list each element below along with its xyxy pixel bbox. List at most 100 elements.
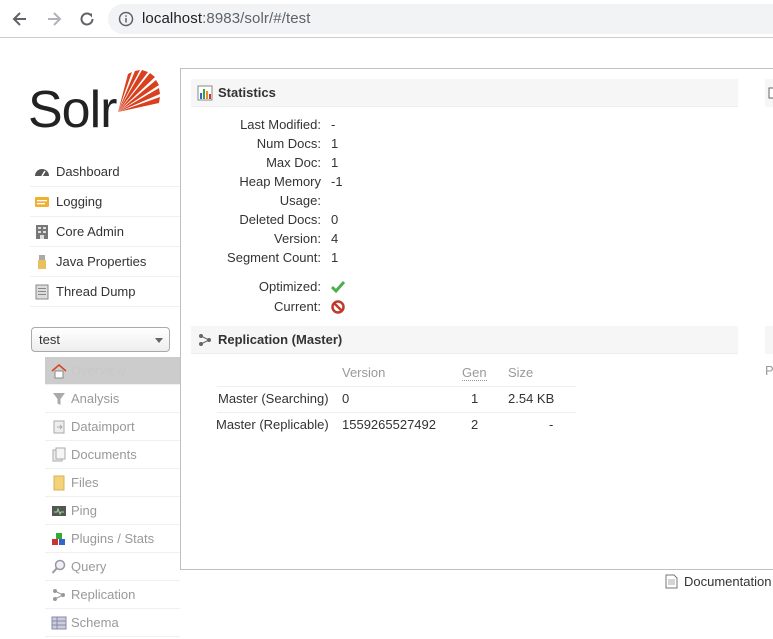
stat-value: 1 <box>331 155 339 170</box>
right-column-header-2 <box>765 326 773 354</box>
browser-toolbar: localhost:8983/solr/#/test <box>0 0 773 38</box>
chevron-down-icon <box>155 338 163 343</box>
back-button[interactable] <box>8 7 32 31</box>
stat-row-segment-count: Segment Count: 1 <box>195 250 435 269</box>
replication-icon <box>199 333 211 346</box>
stat-value: 1 <box>331 136 339 151</box>
main-content: Statistics Last Modified: - Num Docs: 1 Ma… <box>180 68 773 570</box>
core-item-label: Analysis <box>71 391 120 406</box>
stat-row-last-modified: Last Modified: - <box>195 117 435 136</box>
menu-item-dashboard[interactable]: Dashboard <box>30 157 180 187</box>
core-item-query[interactable]: Query <box>45 553 180 581</box>
address-bar[interactable]: localhost:8983/solr/#/test <box>108 4 773 34</box>
stat-label: Segment Count: <box>227 250 321 265</box>
funnel-icon <box>53 392 65 405</box>
row-gen: 1 <box>471 391 479 406</box>
url-text[interactable]: localhost:8983/solr/#/test <box>142 10 311 27</box>
core-item-overview[interactable]: Overview <box>45 357 180 385</box>
menu-item-core-admin[interactable]: Core Admin <box>30 217 180 247</box>
reload-icon <box>80 12 94 26</box>
core-item-label: Ping <box>71 503 98 518</box>
core-item-analysis[interactable]: Analysis <box>45 385 180 413</box>
query-icon <box>51 559 66 574</box>
forward-arrow-icon <box>48 12 62 26</box>
prohibited-icon <box>331 300 345 314</box>
row-size: - <box>549 417 554 432</box>
documentation-link[interactable]: Documentation <box>665 574 771 589</box>
stat-label: Version: <box>274 231 321 246</box>
dashboard-icon <box>35 168 49 176</box>
url-host: localhost <box>142 10 203 27</box>
back-arrow-icon <box>12 12 26 26</box>
row-version: 0 <box>342 391 350 406</box>
core-selector[interactable]: test <box>31 327 170 352</box>
stat-label: Deleted Docs: <box>239 212 321 227</box>
dataimport-icon <box>53 420 65 433</box>
stat-value: 4 <box>331 231 339 246</box>
documentation-label: Documentation <box>684 574 772 589</box>
stat-label: Last Modified: <box>240 117 321 132</box>
col-header-gen: Gen <box>462 365 487 381</box>
stat-row-version: Version: 4 <box>195 231 435 250</box>
menu-item-label: Core Admin <box>56 224 124 239</box>
stat-value: -1 <box>331 174 343 189</box>
menu-item-label: Logging <box>56 194 103 209</box>
menu-item-thread-dump[interactable]: Thread Dump <box>30 277 180 307</box>
logo-text: Solr <box>28 81 117 139</box>
reload-button[interactable] <box>75 7 99 31</box>
stat-label: Optimized: <box>258 279 321 294</box>
core-item-label: Query <box>71 559 107 574</box>
core-item-label: Plugins / Stats <box>71 531 155 546</box>
core-item-schema[interactable]: Schema <box>45 609 180 637</box>
core-item-label: Replication <box>71 587 136 602</box>
stat-value: 1 <box>331 250 339 265</box>
stat-label: Max Doc: <box>266 155 321 170</box>
col-header-size: Size <box>508 365 534 380</box>
stat-row-num-docs: Num Docs: 1 <box>195 136 435 155</box>
solr-logo[interactable]: Solr <box>28 64 163 140</box>
stat-row-optimized: Optimized: <box>195 279 435 299</box>
stat-label: Heap Memory <box>239 174 321 189</box>
menu-item-label: Java Properties <box>56 254 147 269</box>
core-item-ping[interactable]: Ping <box>45 497 180 525</box>
core-selector-value: test <box>39 332 60 347</box>
statistics-list: Last Modified: - Num Docs: 1 Max Doc: 1 Hea… <box>195 117 435 319</box>
info-icon[interactable] <box>118 11 134 27</box>
core-item-files[interactable]: Files <box>45 469 180 497</box>
menu-item-java-properties[interactable]: Java Properties <box>30 247 180 277</box>
stat-row-deleted-docs: Deleted Docs: 0 <box>195 212 435 231</box>
row-gen: 2 <box>471 417 479 432</box>
core-item-plugins-stats[interactable]: Plugins / Stats <box>45 525 180 553</box>
menu-item-label: Dashboard <box>56 164 120 179</box>
replication-header: Replication (Master) <box>191 326 738 354</box>
stat-label: Usage: <box>279 193 321 208</box>
logging-icon <box>35 196 49 207</box>
core-item-replication[interactable]: Replication <box>45 581 180 609</box>
table-divider <box>217 386 576 387</box>
core-item-documents[interactable]: Documents <box>45 441 180 469</box>
col-header-version: Version <box>342 365 386 380</box>
url-path: :8983/solr/#/test <box>202 10 311 27</box>
row-size: 2.54 KB <box>508 391 555 406</box>
menu-item-label: Thread Dump <box>56 284 136 299</box>
home-icon <box>51 363 67 378</box>
stat-value: 0 <box>331 212 339 227</box>
core-item-dataimport[interactable]: Dataimport <box>45 413 180 441</box>
checkmark-icon <box>331 281 345 294</box>
bar-chart-icon <box>197 85 213 100</box>
main-menu: Dashboard Logging Core Admin Java Proper… <box>30 157 180 307</box>
forward-button[interactable] <box>42 7 66 31</box>
stat-row-usage: Usage: <box>195 193 435 212</box>
stat-row-current: Current: <box>195 299 435 319</box>
menu-item-logging[interactable]: Logging <box>30 187 180 217</box>
right-column-header <box>765 79 773 107</box>
schema-icon <box>51 616 67 629</box>
statistics-title: Statistics <box>218 85 276 100</box>
document-icon <box>665 574 678 589</box>
stat-row-heap-memory: Heap Memory -1 <box>195 174 435 193</box>
core-item-label: Documents <box>71 447 137 462</box>
core-item-label: Schema <box>71 615 119 630</box>
table-divider <box>217 412 576 413</box>
replication-title: Replication (Master) <box>218 332 343 347</box>
stat-value: - <box>331 117 336 132</box>
